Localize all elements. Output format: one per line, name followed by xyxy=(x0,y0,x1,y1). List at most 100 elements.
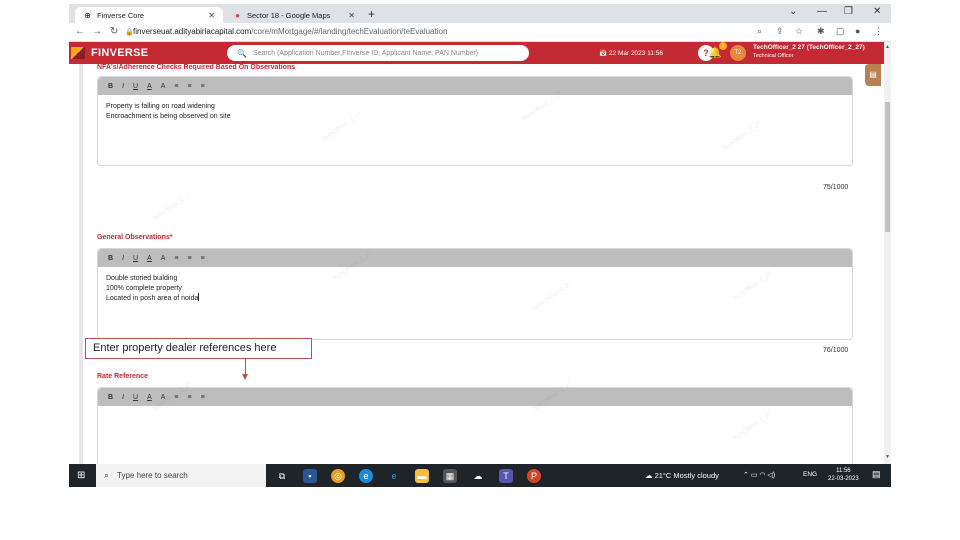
tab-search-icon[interactable]: ⌄ xyxy=(789,6,797,17)
bold-button[interactable]: B xyxy=(108,394,113,401)
system-tray-icons[interactable]: ⌃ ▭ ◠ ◁) xyxy=(743,471,775,479)
file-explorer-icon[interactable]: ▬ xyxy=(415,469,429,483)
ie-icon[interactable]: e xyxy=(387,469,401,483)
back-icon[interactable]: ← xyxy=(75,26,85,37)
general-char-counter: 76/1000 xyxy=(823,347,849,354)
edge-icon[interactable]: e xyxy=(359,469,373,483)
tab-google-maps[interactable]: ● Sector 18 - Google Maps ✕ xyxy=(225,7,363,23)
font-color-button[interactable]: A xyxy=(147,394,152,401)
close-tab-icon[interactable]: ✕ xyxy=(348,11,355,20)
general-observations-title: General Observations* xyxy=(97,234,173,241)
nfa-line: Encroachment is being observed on site xyxy=(106,112,231,120)
highlight-button[interactable]: A xyxy=(161,83,166,90)
italic-button[interactable]: I xyxy=(122,83,124,90)
weather-text: 21°C Mostly cloudy xyxy=(654,471,719,480)
nfa-title: NFA's/Adherence Checks Required Based On… xyxy=(97,64,296,71)
chrome-taskbar-icon[interactable]: ◎ xyxy=(331,469,345,483)
url-field[interactable]: finverseuat.adityabirlacapital.com/core/… xyxy=(133,27,447,36)
nfa-editor[interactable]: B I U A A ≡ ≡ ≡ Property is falling on r… xyxy=(97,76,853,166)
align-button[interactable]: ≡ xyxy=(201,255,205,262)
restore-button[interactable]: ❐ xyxy=(844,6,853,17)
reload-icon[interactable]: ↻ xyxy=(110,26,118,37)
page-scrollbar[interactable]: ▲ ▼ xyxy=(884,42,891,464)
font-color-button[interactable]: A xyxy=(147,255,152,262)
maps-pin-icon: ● xyxy=(235,10,240,20)
observation-line: 100% complete property xyxy=(106,284,182,292)
forward-icon[interactable]: → xyxy=(92,26,102,37)
network-app-icon[interactable]: ☁ xyxy=(471,469,485,483)
tab-label: Sector 18 - Google Maps xyxy=(247,10,331,20)
user-name: TechOfficer_2 27 (TechOfficer_2_27) xyxy=(753,44,865,51)
underline-button[interactable]: U xyxy=(133,83,138,90)
callout-arrow-head xyxy=(242,374,248,380)
bold-button[interactable]: B xyxy=(108,83,113,90)
task-view-icon[interactable]: ⧉ xyxy=(275,469,289,483)
avatar[interactable]: T2 xyxy=(730,45,746,61)
new-tab-button[interactable]: + xyxy=(368,7,375,21)
user-role: Technical Officer xyxy=(753,53,794,59)
weather-widget[interactable]: ☁ 21°C Mostly cloudy xyxy=(645,471,719,480)
bullet-list-button[interactable]: ≡ xyxy=(174,394,178,401)
rate-reference-editor[interactable]: B I U A A ≡ ≡ ≡ xyxy=(97,387,853,467)
italic-button[interactable]: I xyxy=(122,394,124,401)
rate-reference-title: Rate Reference xyxy=(97,373,148,380)
highlight-button[interactable]: A xyxy=(161,394,166,401)
nfa-char-counter: 75/1000 xyxy=(823,184,849,191)
font-color-button[interactable]: A xyxy=(147,83,152,90)
bullet-list-button[interactable]: ≡ xyxy=(174,83,178,90)
clock-time: 11:56 xyxy=(836,468,851,474)
underline-button[interactable]: U xyxy=(133,255,138,262)
powerpoint-icon[interactable]: P xyxy=(527,469,541,483)
underline-button[interactable]: U xyxy=(133,394,138,401)
general-observations-editor[interactable]: B I U A A ≡ ≡ ≡ Double storied building … xyxy=(97,248,853,340)
italic-button[interactable]: I xyxy=(122,255,124,262)
user-info[interactable]: TechOfficer_2 27 (TechOfficer_2_27) Tech… xyxy=(753,44,865,59)
tab-finverse-core[interactable]: ⊕ Finverse Core ✕ xyxy=(75,7,223,23)
language-indicator[interactable]: ENG xyxy=(803,471,817,478)
highlight-button[interactable]: A xyxy=(161,255,166,262)
bookmark-star-icon[interactable]: ☆ xyxy=(795,26,803,37)
nfa-text[interactable]: Property is falling on road widening Enc… xyxy=(98,95,852,128)
close-tab-icon[interactable]: ✕ xyxy=(208,11,215,20)
side-panel-toggle-icon[interactable]: ▤ xyxy=(865,64,881,86)
sidebar-icon[interactable]: ▢ xyxy=(836,26,845,37)
url-domain: finverseuat.adityabirlacapital.com xyxy=(133,27,252,36)
scroll-thumb[interactable] xyxy=(885,102,890,232)
url-path: /core/mMortgage/#/landing/techEvaluation… xyxy=(251,27,448,36)
extensions-icon[interactable]: ✱ xyxy=(817,26,825,37)
align-button[interactable]: ≡ xyxy=(201,83,205,90)
editor-toolbar: B I U A A ≡ ≡ ≡ xyxy=(98,249,852,267)
numbered-list-button[interactable]: ≡ xyxy=(188,255,192,262)
calculator-icon[interactable]: ▦ xyxy=(443,469,457,483)
header-date: 📅 22 Mar 2023 11:56 xyxy=(599,50,663,57)
minimize-button[interactable]: — xyxy=(817,6,827,17)
close-window-button[interactable]: ✕ xyxy=(873,6,881,17)
watermark: TechOfficer_2_27 xyxy=(151,191,194,223)
taskbar-search-input[interactable]: ⌕ Type here to search xyxy=(96,464,266,487)
instruction-callout: Enter property dealer references here xyxy=(85,338,312,359)
editor-toolbar: B I U A A ≡ ≡ ≡ xyxy=(98,77,852,95)
notification-center-icon[interactable]: ▤ xyxy=(872,469,881,480)
teams-meeting-icon[interactable]: T xyxy=(499,469,513,483)
windows-start-icon[interactable]: ⊞ xyxy=(77,470,85,481)
teams-icon[interactable]: ▪ xyxy=(303,469,317,483)
bold-button[interactable]: B xyxy=(108,255,113,262)
bullet-list-button[interactable]: ≡ xyxy=(174,255,178,262)
search-placeholder: Search (Application Number,FInverse ID, … xyxy=(252,49,479,57)
general-observations-text[interactable]: Double storied building 100% complete pr… xyxy=(98,267,852,311)
scroll-down-icon[interactable]: ▼ xyxy=(885,454,890,460)
windows-taskbar: ⊞ ⌕ Type here to search ⧉ ▪ ◎ e e ▬ ▦ ☁ … xyxy=(69,464,891,487)
numbered-list-button[interactable]: ≡ xyxy=(188,394,192,401)
share-icon[interactable]: ⇪ xyxy=(776,26,784,37)
address-bar: ← → ↻ 🔒 finverseuat.adityabirlacapital.c… xyxy=(69,23,891,42)
menu-icon[interactable]: ⋮ xyxy=(874,26,883,37)
numbered-list-button[interactable]: ≡ xyxy=(188,83,192,90)
profile-icon[interactable]: ● xyxy=(855,26,860,36)
scroll-up-icon[interactable]: ▲ xyxy=(885,44,890,50)
rate-reference-text[interactable] xyxy=(98,406,852,420)
align-button[interactable]: ≡ xyxy=(201,394,205,401)
global-search-input[interactable]: 🔍 Search (Application Number,FInverse ID… xyxy=(227,45,529,61)
zoom-icon[interactable]: ⌕ xyxy=(757,26,762,37)
editor-toolbar: B I U A A ≡ ≡ ≡ xyxy=(98,388,852,406)
taskbar-clock[interactable]: 11:56 22-03-2023 xyxy=(828,467,859,483)
